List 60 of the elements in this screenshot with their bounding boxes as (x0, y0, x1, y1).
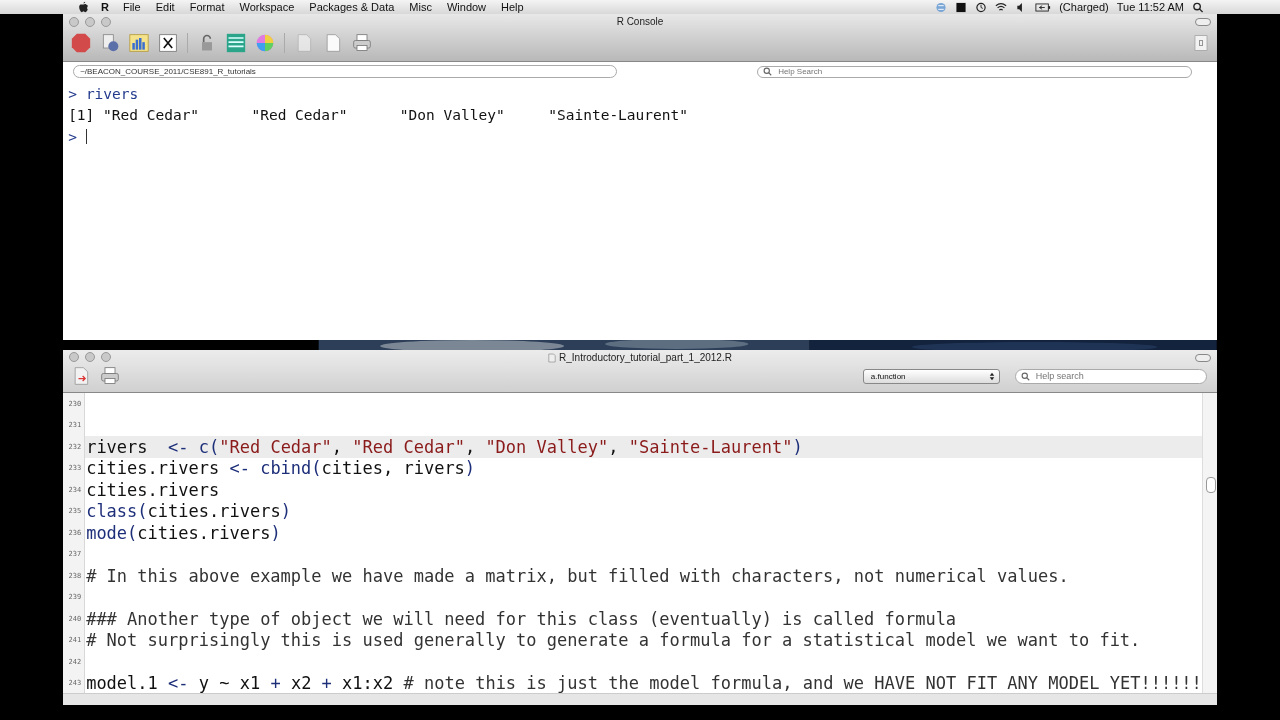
stepper-arrows-icon (988, 371, 995, 381)
code-line: model.1 <- y ~ x1 + x2 + x1:x2 # note this is just the model formula, and we HAVE NOT FIT ANY MODEL YET!!!!!! (85, 673, 1202, 693)
apple-icon[interactable] (78, 1, 89, 13)
menu-item[interactable]: Misc (409, 1, 432, 13)
menu-item[interactable]: Help (501, 1, 524, 13)
file-icon (548, 352, 557, 363)
horizontal-scroll-bar[interactable] (63, 693, 1217, 705)
document-icon[interactable] (100, 33, 121, 53)
battery-icon[interactable] (1035, 1, 1052, 13)
menu-clock[interactable]: Tue 11:52 AM (1116, 1, 1184, 13)
menu-item[interactable]: File (122, 1, 141, 13)
code-line: class(cities.rivers) (85, 501, 291, 522)
help-search-field[interactable]: Help search (1014, 368, 1207, 384)
console-output: [1] "Red Cedar" "Red Cedar" "Don Valley" "Sainte-Laurent" (68, 107, 688, 124)
code-line: # Not surprisingly this is used generally to generate a formula for a statistical model we want to fit. (85, 630, 1141, 651)
console-command: rivers (85, 85, 139, 102)
function-dropdown[interactable]: a.function (862, 368, 1000, 384)
prompt: > (68, 128, 77, 145)
search-icon (1020, 371, 1030, 381)
toolbar-toggle-button[interactable] (1194, 354, 1211, 362)
globe-icon[interactable] (935, 1, 948, 13)
list-icon[interactable] (226, 33, 247, 53)
menu-item[interactable]: Packages & Data (309, 1, 395, 13)
code-line: ### Another type of object we will need for this class (eventually) is called formula (85, 608, 957, 629)
zoom-button[interactable] (101, 17, 112, 27)
printer-icon[interactable] (352, 33, 373, 53)
prompt: > (68, 85, 77, 102)
printer-icon[interactable] (100, 366, 121, 386)
stop-icon[interactable] (71, 33, 92, 53)
scroll-bar[interactable] (1201, 393, 1217, 693)
minimize-button[interactable] (85, 352, 96, 362)
search-icon (763, 67, 773, 76)
drawer-icon[interactable] (1192, 33, 1209, 53)
minimize-button[interactable] (85, 17, 96, 27)
toolbar-toggle-button[interactable] (1194, 18, 1211, 26)
code-line: rivers <- c("Red Cedar", "Red Cedar", "Don Valley", "Sainte-Laurent") (85, 436, 803, 457)
wifi-icon[interactable] (995, 1, 1008, 13)
color-wheel-icon[interactable] (255, 33, 276, 53)
code-line: cities.rivers <- cbind(cities, rivers) (85, 458, 476, 479)
code-line: # In this above example we have made a matrix, but filled with characters, not numerical values. (85, 565, 1069, 586)
battery-status: (Charged) (1059, 1, 1109, 13)
x-window-icon[interactable] (158, 33, 179, 53)
square-icon[interactable] (955, 1, 968, 13)
code-line: mode(cities.rivers) (85, 522, 281, 543)
clock-icon[interactable] (975, 1, 988, 13)
menu-item[interactable]: Window (446, 1, 487, 13)
search-icon[interactable] (1192, 1, 1204, 13)
close-button[interactable] (69, 352, 80, 362)
window-title: R Console (616, 16, 664, 27)
app-menu[interactable]: R (101, 1, 109, 13)
bar-chart-icon[interactable] (129, 33, 150, 53)
close-button[interactable] (69, 17, 80, 27)
zoom-button[interactable] (101, 352, 112, 362)
menu-item[interactable]: Workspace (239, 1, 295, 13)
menu-item[interactable]: Edit (155, 1, 175, 13)
help-search-field[interactable]: Help Search (757, 65, 1192, 78)
menu-item[interactable]: Format (189, 1, 225, 13)
window-title: R_Introductory_tutorial_part_1_2012.R (559, 352, 732, 363)
text-cursor (85, 129, 87, 145)
code-line: cities.rivers (85, 479, 220, 500)
